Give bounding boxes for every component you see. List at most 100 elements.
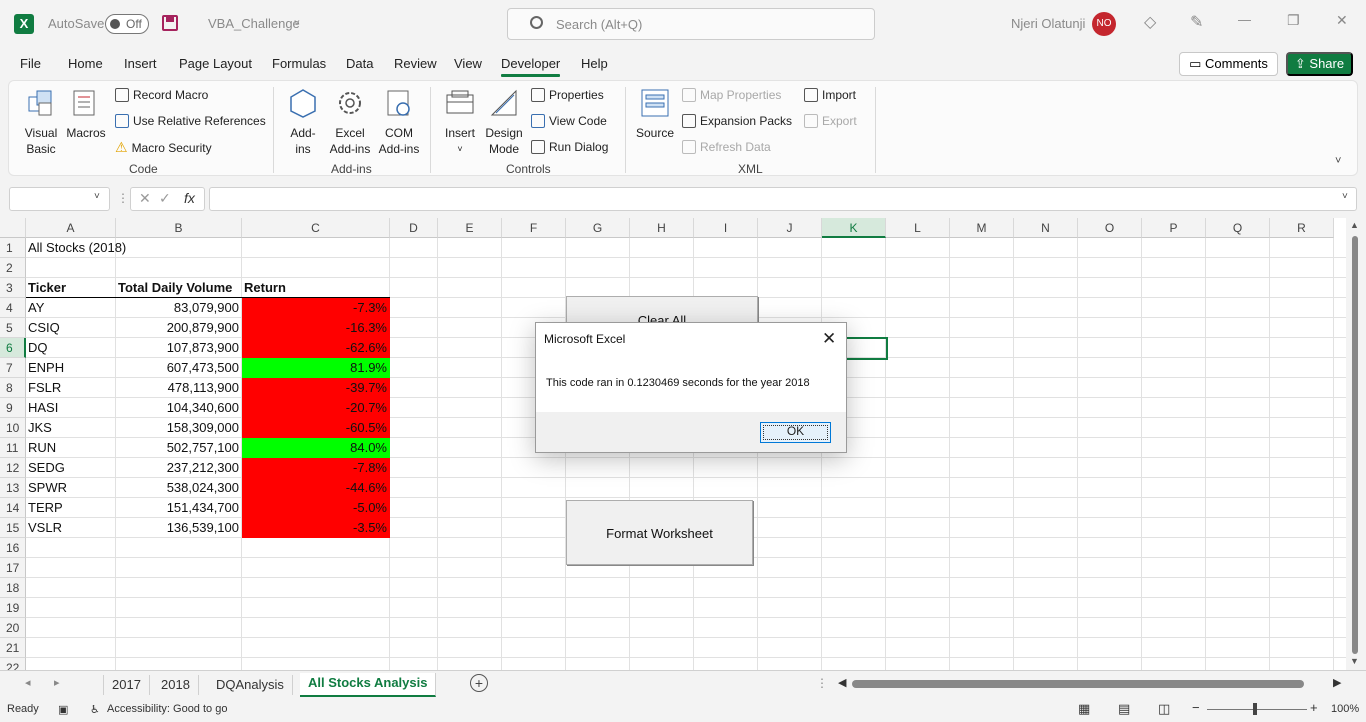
return-cell[interactable]: -16.3% (242, 318, 390, 338)
collapse-ribbon-chevron-icon[interactable]: ˅ (1335, 155, 1341, 167)
return-cell[interactable]: -20.7% (242, 398, 390, 418)
row-header[interactable]: 7 (0, 358, 26, 378)
ticker-cell[interactable]: VSLR (26, 518, 116, 538)
row-header[interactable]: 13 (0, 478, 26, 498)
share-button[interactable]: ⇪ Share (1286, 52, 1353, 76)
row-header[interactable]: 21 (0, 638, 26, 658)
column-header[interactable]: C (242, 218, 390, 238)
column-header[interactable]: N (1014, 218, 1078, 238)
sheet-tab-2017[interactable]: 2017 (103, 675, 150, 695)
pen-icon[interactable]: ✎ (1190, 12, 1203, 32)
horizontal-scroll-thumb[interactable] (852, 680, 1304, 688)
column-header[interactable]: J (758, 218, 822, 238)
name-box[interactable]: ˅ (9, 187, 110, 211)
column-header[interactable]: B (116, 218, 242, 238)
ticker-cell[interactable]: DQ (26, 338, 116, 358)
run-dialog-button[interactable]: Run Dialog (531, 138, 608, 156)
check-icon[interactable]: ✓ (159, 190, 171, 207)
com-addins-button[interactable]: COM Add-ins (375, 87, 423, 157)
scroll-up-icon[interactable]: ▲ (1350, 220, 1359, 230)
volume-cell[interactable]: 502,757,100 (116, 438, 242, 458)
document-name[interactable]: VBA_Challenge (208, 16, 300, 31)
accessibility-icon[interactable]: ♿ (90, 703, 100, 716)
refresh-data-button[interactable]: Refresh Data (682, 138, 771, 156)
dialog-close-button[interactable]: ✕ (822, 329, 836, 349)
prev-sheet-icon[interactable]: ◂ (25, 676, 31, 689)
next-sheet-icon[interactable]: ▸ (54, 676, 60, 689)
column-header[interactable]: L (886, 218, 950, 238)
row-header[interactable]: 19 (0, 598, 26, 618)
sheet-tab-dqanalysis[interactable]: DQAnalysis (208, 675, 293, 695)
column-header[interactable]: R (1270, 218, 1334, 238)
row-header[interactable]: 20 (0, 618, 26, 638)
row-header[interactable]: 18 (0, 578, 26, 598)
ok-button[interactable]: OK (760, 422, 831, 443)
excel-addins-button[interactable]: Excel Add-ins (327, 87, 373, 157)
import-button[interactable]: Import (804, 86, 856, 104)
row-header[interactable]: 8 (0, 378, 26, 398)
column-header[interactable]: Q (1206, 218, 1270, 238)
tab-data[interactable]: Data (346, 56, 373, 71)
search-box[interactable]: Search (Alt+Q) (507, 8, 875, 40)
page-break-view-icon[interactable]: ◫ (1158, 701, 1170, 717)
volume-cell[interactable]: 158,309,000 (116, 418, 242, 438)
comments-button[interactable]: ▭ Comments (1179, 52, 1278, 76)
column-header[interactable]: F (502, 218, 566, 238)
scroll-right-icon[interactable]: ▶ (1333, 676, 1341, 689)
zoom-out-icon[interactable]: − (1192, 700, 1200, 715)
row-header[interactable]: 16 (0, 538, 26, 558)
volume-cell[interactable]: 607,473,500 (116, 358, 242, 378)
column-header[interactable]: A (26, 218, 116, 238)
visual-basic-button[interactable]: Visual Basic (19, 87, 63, 157)
ticker-cell[interactable]: SPWR (26, 478, 116, 498)
scroll-thumb[interactable] (1352, 236, 1358, 654)
volume-cell[interactable]: 478,113,900 (116, 378, 242, 398)
macros-button[interactable]: Macros (65, 87, 107, 141)
header-volume[interactable]: Total Daily Volume (116, 278, 242, 298)
design-mode-button[interactable]: Design Mode (483, 87, 525, 157)
row-header[interactable]: 3 (0, 278, 26, 298)
normal-view-icon[interactable]: ▦ (1078, 701, 1090, 717)
return-cell[interactable]: -3.5% (242, 518, 390, 538)
ticker-cell[interactable]: SEDG (26, 458, 116, 478)
column-header[interactable]: O (1078, 218, 1142, 238)
tab-help[interactable]: Help (581, 56, 608, 71)
return-cell[interactable]: -60.5% (242, 418, 390, 438)
return-cell[interactable]: -44.6% (242, 478, 390, 498)
source-button[interactable]: Source (633, 87, 677, 141)
volume-cell[interactable]: 136,539,100 (116, 518, 242, 538)
formula-input[interactable]: ˅ (209, 187, 1357, 211)
column-header[interactable]: P (1142, 218, 1206, 238)
doc-name-chevron-icon[interactable]: ˅ (294, 18, 300, 29)
tab-view[interactable]: View (454, 56, 482, 71)
volume-cell[interactable]: 538,024,300 (116, 478, 242, 498)
sheet-tab-all-stocks-analysis[interactable]: All Stocks Analysis (300, 673, 437, 697)
sheet-tab-2018[interactable]: 2018 (153, 675, 199, 695)
view-code-button[interactable]: View Code (531, 112, 607, 130)
return-cell[interactable]: -39.7% (242, 378, 390, 398)
header-return[interactable]: Return (242, 278, 390, 298)
row-header[interactable]: 4 (0, 298, 26, 318)
sheet-title-cell[interactable]: All Stocks (2018) (26, 238, 326, 258)
row-header[interactable]: 15 (0, 518, 26, 538)
macro-security-button[interactable]: ⚠ Macro Security (115, 138, 212, 156)
row-header[interactable]: 10 (0, 418, 26, 438)
accessibility-status[interactable]: Accessibility: Good to go (107, 703, 227, 715)
row-header[interactable]: 14 (0, 498, 26, 518)
record-macro-button[interactable]: Record Macro (115, 86, 208, 104)
select-all-corner[interactable] (0, 218, 26, 238)
header-ticker[interactable]: Ticker (26, 278, 116, 298)
column-header[interactable]: H (630, 218, 694, 238)
cancel-icon[interactable]: ✕ (139, 190, 151, 207)
map-properties-button[interactable]: Map Properties (682, 86, 781, 104)
tab-page-layout[interactable]: Page Layout (179, 56, 252, 71)
zoom-slider-knob[interactable] (1253, 703, 1257, 715)
ticker-cell[interactable]: RUN (26, 438, 116, 458)
insert-control-button[interactable]: Insert ˅ (439, 87, 481, 157)
row-header[interactable]: 1 (0, 238, 26, 258)
row-header[interactable]: 2 (0, 258, 26, 278)
column-header[interactable]: E (438, 218, 502, 238)
volume-cell[interactable]: 237,212,300 (116, 458, 242, 478)
row-header[interactable]: 17 (0, 558, 26, 578)
row-header[interactable]: 6 (0, 338, 26, 358)
